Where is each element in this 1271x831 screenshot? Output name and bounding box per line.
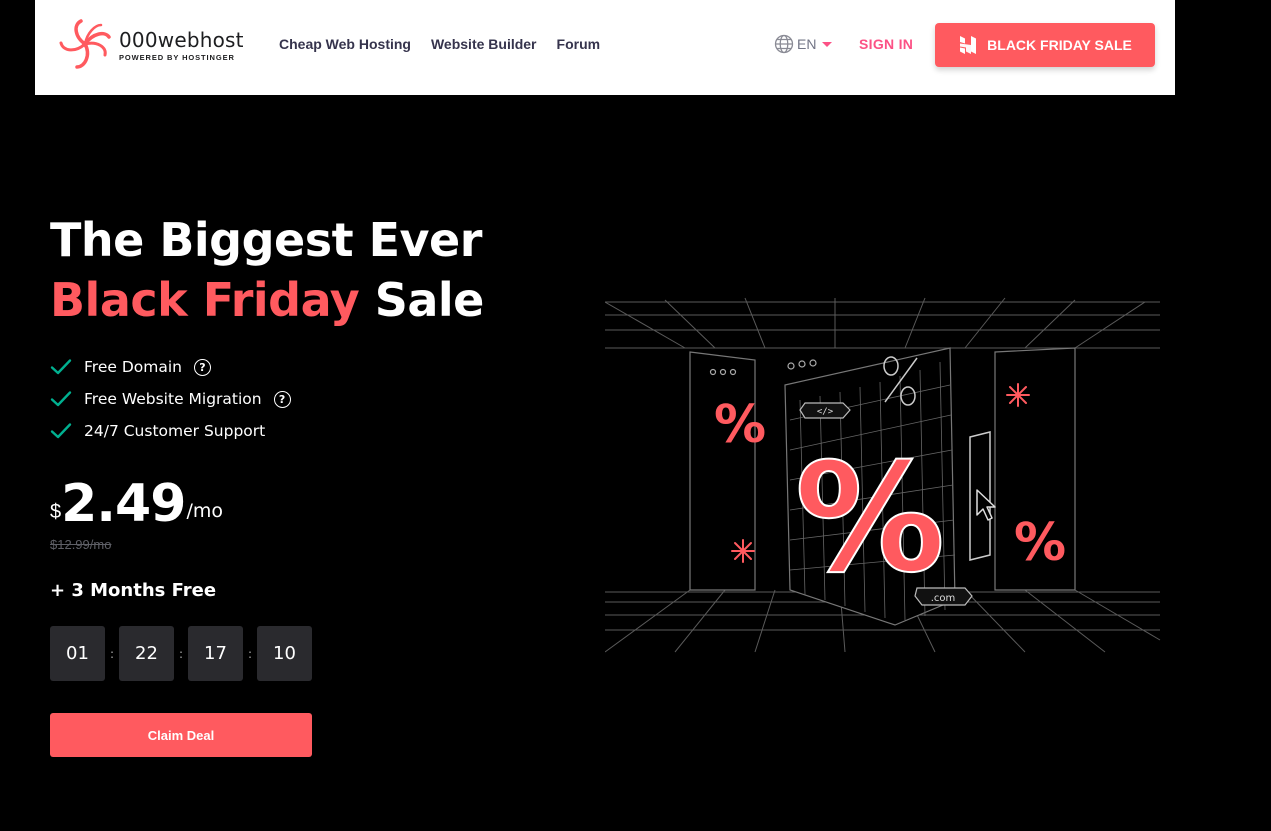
main-nav: Cheap Web Hosting Website Builder Forum — [279, 36, 620, 52]
bonus-text: + 3 Months Free — [50, 580, 217, 601]
hero-title-line1: The Biggest Ever — [50, 213, 482, 267]
hero-title-accent: Black Friday — [50, 273, 360, 327]
percent-right: % — [1014, 513, 1066, 573]
black-friday-sale-label: BLACK FRIDAY SALE — [987, 37, 1132, 53]
countdown-minutes: 17 — [188, 626, 243, 681]
countdown-separator: : — [178, 646, 184, 661]
countdown-timer: 01 : 22 : 17 : 10 — [50, 626, 312, 681]
old-price: $12.99/mo — [50, 537, 112, 552]
hostinger-logo-icon — [960, 36, 977, 54]
big-percent: % — [795, 432, 945, 606]
check-icon — [50, 423, 72, 439]
language-code: EN — [797, 36, 817, 52]
hero-illustration: </> % % % .com — [605, 297, 1161, 653]
language-selector[interactable]: EN — [774, 34, 833, 54]
check-icon — [50, 391, 72, 407]
nav-link-website-builder[interactable]: Website Builder — [431, 36, 537, 52]
price-period: /mo — [186, 500, 223, 522]
domain-tag: .com — [931, 593, 956, 604]
list-item: Free Website Migration ? — [50, 383, 291, 415]
countdown-separator: : — [109, 646, 115, 661]
percent-left: % — [714, 395, 766, 455]
logo-icon — [59, 19, 111, 69]
logo-name: 000webhost — [119, 28, 244, 52]
list-item: Free Domain ? — [50, 351, 291, 383]
list-item: 24/7 Customer Support — [50, 415, 291, 447]
feature-label: Free Website Migration — [84, 390, 262, 408]
logo[interactable]: 000webhost POWERED BY HOSTINGER — [55, 17, 244, 71]
feature-label: Free Domain — [84, 358, 182, 376]
price-currency: $ — [50, 501, 62, 523]
price-amount: 2.49 — [61, 474, 186, 534]
help-icon[interactable]: ? — [193, 358, 211, 376]
countdown-separator: : — [247, 646, 253, 661]
price: $ 2.49 /mo — [50, 474, 223, 534]
countdown-days: 01 — [50, 626, 105, 681]
claim-deal-button[interactable]: Claim Deal — [50, 713, 312, 757]
logo-tagline: POWERED BY HOSTINGER — [119, 53, 235, 62]
help-icon[interactable]: ? — [273, 390, 291, 408]
site-header: 000webhost POWERED BY HOSTINGER Cheap We… — [35, 0, 1175, 95]
nav-link-forum[interactable]: Forum — [557, 36, 601, 52]
feature-list: Free Domain ? Free Website Migration ? 2… — [50, 351, 291, 447]
nav-link-cheap-web-hosting[interactable]: Cheap Web Hosting — [279, 36, 411, 52]
code-tag: </> — [817, 407, 834, 417]
chevron-down-icon — [822, 41, 833, 47]
countdown-seconds: 10 — [257, 626, 312, 681]
countdown-hours: 22 — [119, 626, 174, 681]
hero-title: The Biggest Ever Black Friday Sale — [50, 210, 484, 330]
globe-icon — [774, 34, 794, 54]
sign-in-link[interactable]: SIGN IN — [859, 36, 913, 52]
check-icon — [50, 359, 72, 375]
hero-title-rest: Sale — [359, 273, 485, 327]
black-friday-sale-button[interactable]: BLACK FRIDAY SALE — [935, 23, 1155, 67]
feature-label: 24/7 Customer Support — [84, 422, 266, 440]
